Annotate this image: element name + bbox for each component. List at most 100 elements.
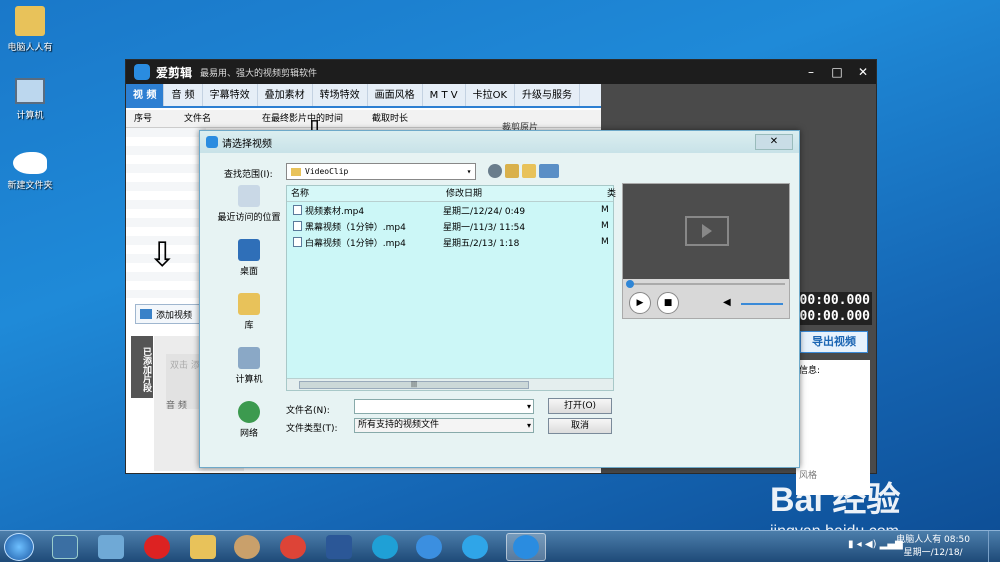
file-date: 星期二/12/24/ 0:49 [443, 206, 526, 217]
add-video-button[interactable]: 添加视频 [135, 304, 203, 324]
added-clips-tab[interactable]: 已添加片段 [131, 336, 153, 398]
desktop-icon-computer[interactable]: 计算机 [0, 78, 60, 121]
current-folder: VideoClip [305, 167, 349, 176]
scrollbar-thumb[interactable]: ||| [299, 381, 529, 389]
taskbar-clock[interactable]: 电脑人人有 08:50 星期一/12/18/ [896, 534, 970, 560]
place-computer[interactable]: 计算机 [212, 347, 286, 385]
file-dialog: 请选择视频 ✕ 查找范围(I): VideoClip ▾ 最近访问的位置 桌面 [199, 130, 800, 468]
desktop-icon-user-folder[interactable]: 电脑人人有 [0, 6, 60, 53]
dialog-body: 查找范围(I): VideoClip ▾ 最近访问的位置 桌面 库 计算机 网络… [204, 155, 616, 465]
cancel-button[interactable]: 取消 [548, 418, 612, 434]
taskbar-chess-icon[interactable] [144, 535, 170, 559]
file-date: 星期一/11/3/ 11:54 [443, 222, 526, 233]
desktop-icon-label: 新建文件夹 [7, 181, 53, 191]
up-folder-icon[interactable] [505, 164, 519, 178]
taskbar-ie-icon[interactable] [462, 535, 488, 559]
look-in-select[interactable]: VideoClip ▾ [286, 163, 476, 180]
info-label: 信息: [799, 366, 821, 376]
tab-subtitle-effects[interactable]: 字幕特效 [203, 84, 258, 106]
tab-mtv[interactable]: M T V [423, 84, 466, 106]
computer-icon [15, 78, 45, 104]
col-modified[interactable]: 修改日期 [442, 186, 603, 201]
filename-input[interactable]: ▾ [354, 399, 534, 414]
back-icon[interactable] [488, 164, 502, 178]
dialog-close-button[interactable]: ✕ [755, 134, 793, 150]
tab-karaoke[interactable]: 卡拉OK [466, 84, 516, 106]
time-readout-2: 00:00.000 [797, 308, 872, 325]
folder-icon [15, 6, 45, 36]
place-label: 网络 [239, 429, 258, 439]
app-logo-icon [134, 64, 150, 80]
computer-icon [238, 347, 260, 369]
taskbar-browser-icon[interactable] [372, 535, 398, 559]
col-name[interactable]: 名称 [287, 186, 442, 201]
app-titlebar: 爱剪辑 最易用、强大的视频剪辑软件 – □ ✕ [126, 60, 876, 84]
desktop-icon [238, 239, 260, 261]
clock-line-1: 电脑人人有 08:50 [896, 535, 970, 545]
col-filename: 文件名 [184, 114, 212, 124]
maximize-icon[interactable]: □ [824, 65, 850, 79]
video-file-icon [293, 205, 302, 215]
tab-upgrade[interactable]: 升级与服务 [515, 84, 581, 106]
stop-button[interactable]: ■ [657, 292, 679, 314]
clock-line-2: 星期一/12/18/ [903, 548, 963, 558]
dialog-titlebar: 请选择视频 ✕ [200, 131, 799, 153]
close-icon[interactable]: ✕ [850, 65, 876, 79]
filetype-value: 所有支持的视频文件 [358, 420, 440, 430]
tab-video[interactable]: 视 频 [126, 84, 165, 106]
place-label: 计算机 [235, 375, 263, 385]
taskbar-folder-icon[interactable] [190, 535, 216, 559]
recent-places-icon [238, 185, 260, 207]
export-video-button[interactable]: 导出视频 [800, 331, 868, 353]
filetype-label: 文件类型(T): [286, 424, 338, 434]
start-button[interactable] [4, 533, 34, 561]
preview-seek-bar[interactable] [626, 280, 785, 288]
horizontal-scrollbar[interactable]: ||| [287, 378, 613, 390]
file-row[interactable]: 视频素材.mp4 星期二/12/24/ 0:49 M [287, 202, 613, 218]
file-type: M [601, 205, 609, 215]
filetype-select[interactable]: 所有支持的视频文件 ▾ [354, 418, 534, 433]
place-desktop[interactable]: 桌面 [212, 239, 286, 277]
place-network[interactable]: 网络 [212, 401, 286, 439]
window-controls: – □ ✕ [798, 65, 876, 79]
file-row[interactable]: 黑幕视频（1分钟）.mp4 星期一/11/3/ 11:54 M [287, 218, 613, 234]
tab-audio[interactable]: 音 频 [164, 84, 203, 106]
col-duration: 截取时长 [372, 114, 409, 124]
taskbar-paint-icon[interactable] [234, 535, 260, 559]
system-tray[interactable]: ▮ ◂ ◀) ▂▄▆ [848, 539, 903, 550]
file-row[interactable]: 白幕视频（1分钟）.mp4 星期五/2/13/ 1:18 M [287, 234, 613, 250]
new-folder-icon[interactable] [522, 164, 536, 178]
taskbar-monitor-icon[interactable] [52, 535, 78, 559]
col-type[interactable]: 类 [603, 186, 616, 201]
volume-slider[interactable] [741, 303, 783, 305]
taskbar-word-icon[interactable] [326, 535, 352, 559]
desktop-icon-label: 计算机 [16, 111, 44, 121]
taskbar-control-panel-icon[interactable] [98, 535, 124, 559]
tab-overlay[interactable]: 叠加素材 [258, 84, 313, 106]
view-menu-icon[interactable] [539, 164, 559, 178]
library-icon [238, 293, 260, 315]
tab-picture-style[interactable]: 画面风格 [368, 84, 423, 106]
audio-label: 音 频 [166, 401, 187, 411]
tab-transitions[interactable]: 转场特效 [313, 84, 368, 106]
app-logo-icon [206, 136, 218, 148]
taskbar-chrome-icon[interactable] [280, 535, 306, 559]
main-tabs: 视 频 音 频 字幕特效 叠加素材 转场特效 画面风格 M T V 卡拉OK 升… [126, 84, 601, 108]
play-button[interactable]: ▶ [629, 292, 651, 314]
taskbar-aijianji-icon [513, 535, 539, 559]
seek-knob[interactable] [626, 280, 634, 288]
place-library[interactable]: 库 [212, 293, 286, 331]
file-name: 黑幕视频（1分钟）.mp4 [305, 222, 406, 233]
desktop-icon-new-folder[interactable]: 新建文件夹 [0, 152, 60, 191]
dialog-title: 请选择视频 [222, 138, 272, 150]
open-button[interactable]: 打开(O) [548, 398, 612, 414]
taskbar-sogou-icon[interactable] [416, 535, 442, 559]
desktop-icon-label: 电脑人人有 [7, 43, 53, 53]
file-list: 名称 修改日期 类 视频素材.mp4 星期二/12/24/ 0:49 M 黑幕视… [286, 185, 616, 391]
place-recent[interactable]: 最近访问的位置 [212, 185, 286, 223]
minimize-icon[interactable]: – [798, 65, 824, 79]
show-desktop-button[interactable] [988, 531, 1000, 562]
video-preview: ▶ ■ ◀ [622, 183, 790, 319]
place-label: 最近访问的位置 [217, 213, 281, 223]
volume-icon: ◀ [723, 297, 731, 308]
